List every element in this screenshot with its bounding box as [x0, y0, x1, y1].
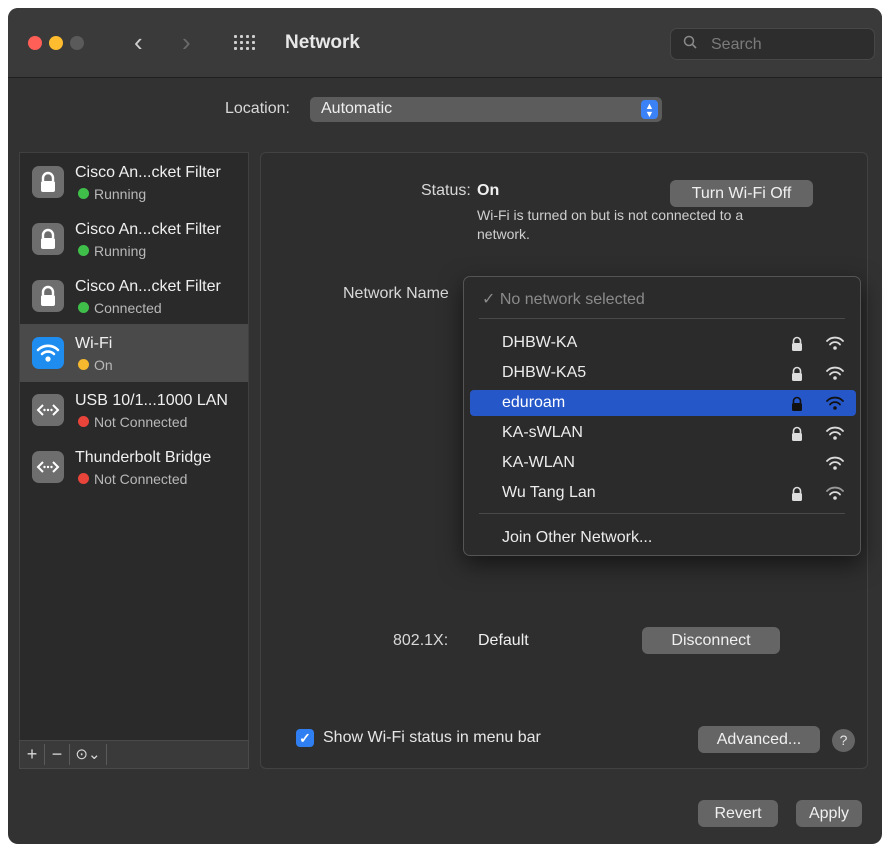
join-other-network-item[interactable]: Join Other Network...: [502, 529, 652, 547]
zoom-button[interactable]: [70, 36, 84, 50]
service-item-cisco-1[interactable]: Cisco An...cket Filter Running: [20, 153, 248, 211]
service-name: USB 10/1...1000 LAN: [75, 392, 228, 409]
network-name: Wu Tang Lan: [502, 484, 596, 501]
service-status: Not Connected: [94, 414, 188, 430]
network-item[interactable]: KA-WLAN: [470, 450, 856, 476]
wifi-signal-icon: [826, 366, 844, 380]
show-status-label: Show Wi-Fi status in menu bar: [323, 729, 541, 746]
network-item[interactable]: Wu Tang Lan: [470, 480, 856, 506]
status-dot: [78, 416, 89, 427]
service-status: Not Connected: [94, 471, 188, 487]
network-item[interactable]: DHBW-KA5: [470, 360, 856, 386]
network-name: KA-sWLAN: [502, 424, 583, 441]
location-label: Location:: [225, 100, 290, 117]
status-dot: [78, 359, 89, 370]
network-item[interactable]: KA-sWLAN: [470, 420, 856, 446]
status-description: Wi-Fi is turned on but is not connected …: [477, 207, 744, 242]
service-item-usb-lan[interactable]: USB 10/1...1000 LAN Not Connected: [20, 381, 248, 439]
lock-icon: [792, 426, 802, 441]
service-name: Wi-Fi: [75, 335, 113, 352]
action-menu-button[interactable]: ⊙⌄: [70, 741, 106, 768]
network-name: KA-WLAN: [502, 454, 575, 471]
service-name: Thunderbolt Bridge: [75, 449, 212, 466]
lock-icon: [792, 366, 802, 381]
wifi-signal-icon: [826, 426, 844, 440]
network-item-selected[interactable]: eduroam: [470, 390, 856, 416]
status-label: Status:: [421, 182, 471, 199]
service-item-thunderbolt[interactable]: Thunderbolt Bridge Not Connected: [20, 438, 248, 496]
advanced-button[interactable]: Advanced...: [698, 726, 820, 753]
search-placeholder: Search: [711, 36, 762, 53]
location-value: Automatic: [321, 100, 393, 117]
service-status: Running: [94, 243, 147, 259]
service-list: Cisco An...cket Filter Running Cisco An.…: [19, 152, 249, 769]
lock-icon: [32, 223, 64, 255]
disconnect-button[interactable]: Disconnect: [642, 627, 780, 654]
service-list-toolbar: + − ⊙⌄: [19, 740, 249, 769]
wifi-icon: [32, 337, 64, 369]
network-name: DHBW-KA5: [502, 364, 587, 381]
service-status: Connected: [94, 300, 162, 316]
lock-icon: [32, 280, 64, 312]
location-select[interactable]: Automatic ▲ ▼: [310, 97, 662, 122]
search-input[interactable]: Search: [670, 28, 875, 60]
service-item-cisco-3[interactable]: Cisco An...cket Filter Connected: [20, 267, 248, 325]
service-status: Running: [94, 186, 147, 202]
revert-button[interactable]: Revert: [698, 800, 778, 827]
divider: [106, 744, 107, 765]
remove-service-button[interactable]: −: [45, 741, 69, 768]
service-status: On: [94, 357, 113, 373]
status-dot: [78, 245, 89, 256]
menu-separator: [479, 513, 845, 514]
network-item[interactable]: DHBW-KA: [470, 330, 856, 356]
minimize-button[interactable]: [49, 36, 63, 50]
menu-separator: [479, 318, 845, 319]
chevron-updown-icon: ▲ ▼: [641, 100, 658, 119]
ethernet-icon: [32, 394, 64, 426]
wifi-signal-icon: [826, 396, 844, 410]
title-bar: ‹ › Network Search: [8, 8, 882, 78]
ethernet-icon: [32, 451, 64, 483]
status-value: On: [477, 182, 500, 199]
add-service-button[interactable]: +: [20, 741, 44, 768]
service-name: Cisco An...cket Filter: [75, 221, 221, 238]
service-name: Cisco An...cket Filter: [75, 164, 221, 181]
status-dot: [78, 473, 89, 484]
forward-icon[interactable]: ›: [182, 28, 191, 56]
show-all-grid-icon[interactable]: [234, 35, 262, 51]
no-network-item[interactable]: ✓ No network selected: [482, 289, 645, 309]
service-name: Cisco An...cket Filter: [75, 278, 221, 295]
network-name: DHBW-KA: [502, 334, 578, 351]
close-button[interactable]: [28, 36, 42, 50]
dot1x-label: 802.1X:: [393, 632, 449, 649]
lock-icon: [792, 336, 802, 351]
window-title: Network: [285, 32, 360, 53]
wifi-signal-icon: [826, 336, 844, 350]
service-item-wifi[interactable]: Wi-Fi On: [20, 324, 248, 382]
back-icon[interactable]: ‹: [134, 28, 143, 56]
service-item-cisco-2[interactable]: Cisco An...cket Filter Running: [20, 210, 248, 268]
status-dot: [78, 188, 89, 199]
wifi-signal-icon: [826, 486, 844, 500]
lock-icon: [792, 486, 802, 501]
apply-button[interactable]: Apply: [796, 800, 862, 827]
lock-icon: [32, 166, 64, 198]
wifi-signal-icon: [826, 456, 844, 470]
turn-wifi-off-button[interactable]: Turn Wi-Fi Off: [670, 180, 813, 207]
search-icon: [683, 35, 697, 49]
status-dot: [78, 302, 89, 313]
help-button[interactable]: ?: [832, 729, 855, 752]
network-name: eduroam: [502, 394, 566, 411]
show-status-checkbox[interactable]: ✓: [296, 729, 314, 747]
lock-icon: [792, 396, 802, 411]
dot1x-value: Default: [478, 632, 529, 649]
network-name-label: Network Name: [343, 285, 449, 302]
